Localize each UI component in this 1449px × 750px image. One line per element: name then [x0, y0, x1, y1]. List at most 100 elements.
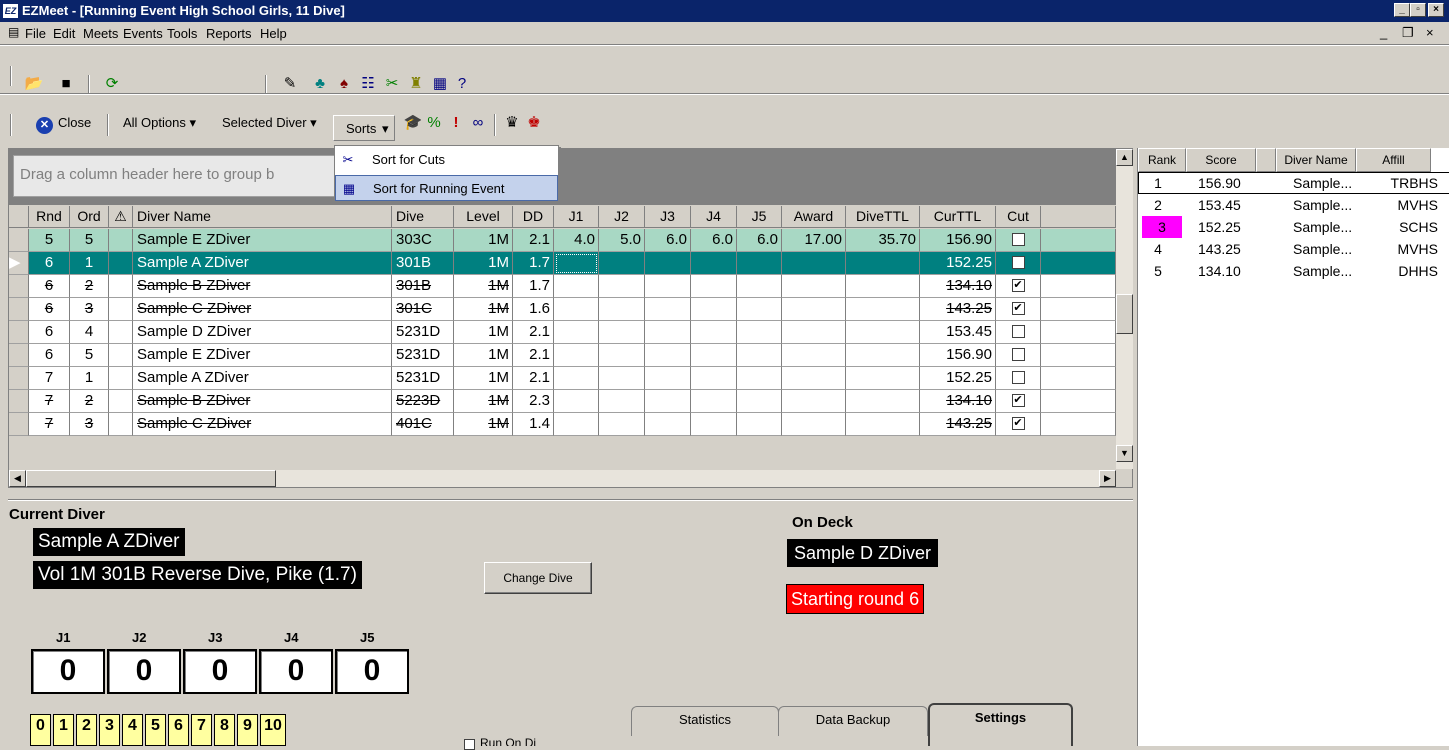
column-header-award[interactable]: Award [782, 206, 846, 228]
close-button[interactable]: Close [58, 115, 91, 130]
cell-j5[interactable] [737, 413, 782, 436]
results-icon[interactable]: ♚ [524, 113, 544, 133]
heat-sheet-icon[interactable]: ♛ [502, 113, 522, 133]
cell-j3[interactable] [645, 367, 691, 390]
maximize-button[interactable]: ▫ [1410, 3, 1426, 17]
cell-cut[interactable] [996, 367, 1041, 390]
panel-splitter[interactable] [8, 499, 1133, 501]
cell-j1[interactable] [554, 344, 599, 367]
standings-row[interactable]: 3 152.25 Sample... SCHS [1138, 216, 1449, 238]
mdi-doc-icon[interactable]: ▤ [8, 25, 19, 39]
cell-cut[interactable]: ✔ [996, 298, 1041, 321]
cell-j2[interactable] [599, 367, 645, 390]
table-row[interactable]: 7 2 Sample B ZDiver 5223D 1M 2.3 134.10 ✔ [9, 390, 1116, 413]
cell-j1[interactable] [554, 413, 599, 436]
cell-ex[interactable] [1041, 367, 1116, 390]
divers-icon[interactable]: ♣ [310, 74, 330, 94]
tab-data-backup[interactable]: Data Backup [778, 706, 928, 736]
tag-icon[interactable]: ✂ [382, 74, 402, 94]
cell-curttl[interactable]: 134.10 [920, 390, 996, 413]
sort-for-cuts-item[interactable]: ✂ Sort for Cuts [335, 147, 558, 173]
cell-ex[interactable] [1041, 321, 1116, 344]
cell-divettl[interactable] [846, 298, 920, 321]
cell-ord[interactable]: 3 [70, 298, 109, 321]
cell-j3[interactable] [645, 298, 691, 321]
change-dive-button[interactable]: Change Dive [484, 562, 592, 594]
cell-level[interactable]: 1M [454, 229, 513, 252]
cell-level[interactable]: 1M [454, 275, 513, 298]
cell-curttl[interactable]: 152.25 [920, 252, 996, 275]
cell-dive[interactable]: 301B [392, 275, 454, 298]
cut-checkbox[interactable] [1011, 370, 1025, 384]
menu-events[interactable]: Events [123, 26, 163, 41]
cell-j3[interactable] [645, 390, 691, 413]
sort-for-running-event-item[interactable]: ▦ Sort for Running Event [335, 175, 558, 201]
cell-ord[interactable]: 2 [70, 275, 109, 298]
save-icon[interactable]: ■ [56, 74, 76, 94]
menu-help[interactable]: Help [260, 26, 287, 41]
cell-cut[interactable]: ✔ [996, 275, 1041, 298]
cell-name[interactable]: Sample D ZDiver [133, 321, 392, 344]
cell-award[interactable] [782, 390, 846, 413]
cell-dd[interactable]: 1.4 [513, 413, 554, 436]
cell-divettl[interactable] [846, 252, 920, 275]
cell-level[interactable]: 1M [454, 390, 513, 413]
cell-j4[interactable]: 6.0 [691, 229, 737, 252]
menu-tools[interactable]: Tools [167, 26, 197, 41]
judge-score-1[interactable]: 0 [31, 649, 105, 694]
standings-header-1[interactable]: Score [1186, 148, 1256, 172]
judge-score-5[interactable]: 0 [335, 649, 409, 694]
cell-ex[interactable] [1041, 344, 1116, 367]
cell-j4[interactable] [691, 367, 737, 390]
cut-checkbox[interactable]: ✔ [1011, 278, 1025, 292]
cell-sel[interactable] [9, 413, 29, 436]
cut-checkbox[interactable] [1011, 232, 1025, 246]
cell-divettl[interactable]: 35.70 [846, 229, 920, 252]
cell-ex[interactable] [1041, 229, 1116, 252]
cell-name[interactable]: Sample B ZDiver [133, 275, 392, 298]
cell-curttl[interactable]: 156.90 [920, 344, 996, 367]
cell-j4[interactable] [691, 275, 737, 298]
all-options-menu[interactable]: All Options ▾ [123, 115, 196, 131]
cell-level[interactable]: 1M [454, 252, 513, 275]
cell-dd[interactable]: 1.7 [513, 252, 554, 275]
cell-divettl[interactable] [846, 321, 920, 344]
cell-j5[interactable]: 6.0 [737, 229, 782, 252]
score-key-3[interactable]: 3 [99, 714, 120, 746]
cell-rnd[interactable]: 5 [29, 229, 70, 252]
cell-dive[interactable]: 5231D [392, 321, 454, 344]
cell-name[interactable]: Sample C ZDiver [133, 413, 392, 436]
cell-rnd[interactable]: 7 [29, 413, 70, 436]
mdi-restore-icon[interactable]: ❐ [1402, 25, 1414, 41]
close-icon[interactable]: ✕ [36, 117, 53, 134]
scroll-right-icon[interactable]: ▶ [1099, 470, 1116, 487]
cell-warn[interactable] [109, 390, 133, 413]
column-header-curttl[interactable]: CurTTL [920, 206, 996, 228]
cell-rnd[interactable]: 6 [29, 321, 70, 344]
cut-checkbox[interactable] [1011, 255, 1025, 269]
cell-j5[interactable] [737, 367, 782, 390]
cell-j4[interactable] [691, 413, 737, 436]
cell-cut[interactable]: ✔ [996, 413, 1041, 436]
judge-score-4[interactable]: 0 [259, 649, 333, 694]
cell-rnd[interactable]: 6 [29, 252, 70, 275]
column-header-j4[interactable]: J4 [691, 206, 737, 228]
sorts-menu-button[interactable]: Sorts ▾ [333, 115, 395, 141]
minimize-button[interactable]: _ [1394, 3, 1410, 17]
help-icon[interactable]: ? [452, 74, 472, 94]
cell-ex[interactable] [1041, 275, 1116, 298]
cell-j3[interactable] [645, 275, 691, 298]
standings-header-3[interactable]: Diver Name [1276, 148, 1356, 172]
standings-row[interactable]: 1 156.90 Sample... TRBHS [1138, 172, 1449, 194]
cell-cut[interactable]: ✔ [996, 390, 1041, 413]
cell-rnd[interactable]: 7 [29, 390, 70, 413]
cell-j1[interactable] [554, 252, 599, 275]
cell-dd[interactable]: 1.7 [513, 275, 554, 298]
cell-ord[interactable]: 2 [70, 390, 109, 413]
column-header-j5[interactable]: J5 [737, 206, 782, 228]
cell-j4[interactable] [691, 344, 737, 367]
cell-j2[interactable] [599, 390, 645, 413]
table-row[interactable]: 6 2 Sample B ZDiver 301B 1M 1.7 134.10 ✔ [9, 275, 1116, 298]
cell-sel[interactable] [9, 344, 29, 367]
cell-ord[interactable]: 3 [70, 413, 109, 436]
